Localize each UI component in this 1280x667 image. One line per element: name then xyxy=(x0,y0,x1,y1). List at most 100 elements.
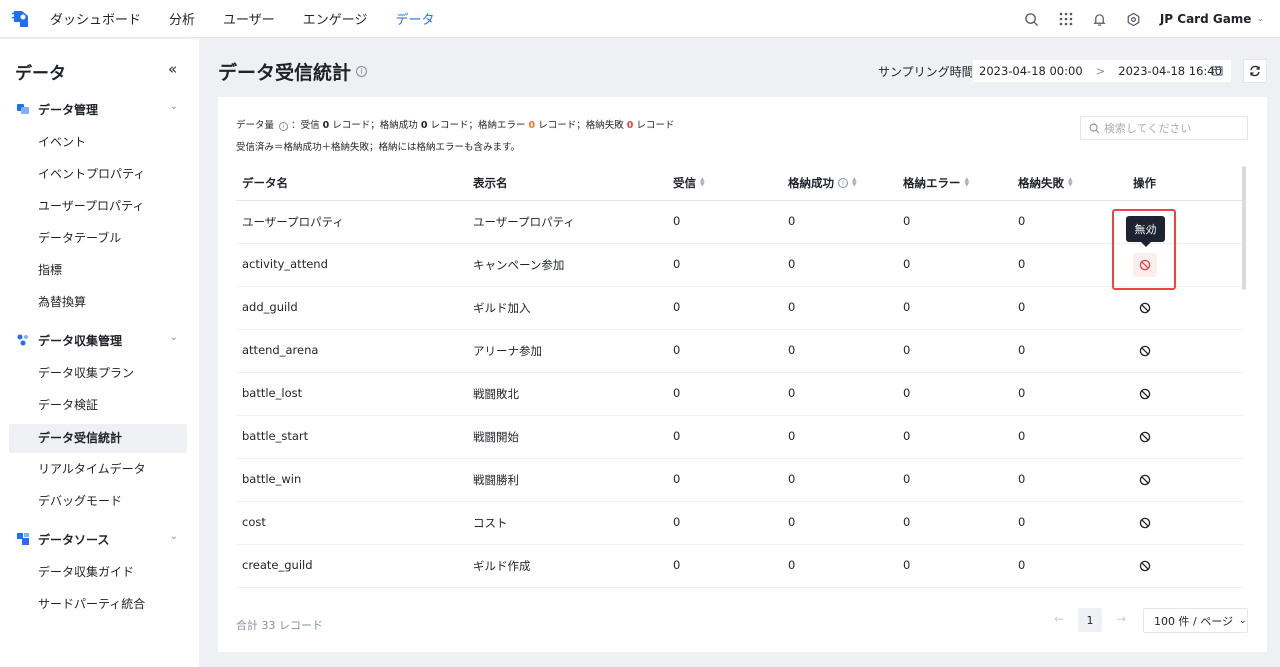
disable-icon[interactable] xyxy=(1139,345,1151,357)
sidebar-group-data-source[interactable]: データソース ⌄ xyxy=(16,529,186,549)
prev-page-icon[interactable]: ← xyxy=(1054,612,1064,626)
cell-error: 0 xyxy=(903,300,911,314)
success-count: 0 xyxy=(420,120,428,131)
sidebar-item-metrics[interactable]: 指標 xyxy=(9,256,187,285)
sort-icon[interactable]: ▲ ▼ xyxy=(852,177,857,188)
data-collection-icon xyxy=(17,334,28,346)
cell-received: 0 xyxy=(673,300,681,314)
cell-received: 0 xyxy=(673,257,681,271)
bell-icon[interactable] xyxy=(1092,11,1108,27)
page-size-select[interactable]: 100 件 / ページ ⌄ xyxy=(1143,608,1248,633)
next-page-icon[interactable]: → xyxy=(1116,612,1126,626)
sidebar-item-collection-plan[interactable]: データ収集プラン xyxy=(9,359,187,388)
nav-engage[interactable]: エンゲージ xyxy=(303,9,368,28)
sidebar-item-currency-conversion[interactable]: 為替換算 xyxy=(9,288,187,317)
date-range-picker[interactable]: 2023-04-18 00:00 > 2023-04-18 16:40 xyxy=(972,59,1232,83)
cell-data-name: attend_arena xyxy=(242,343,319,357)
sidebar-item-data-validation[interactable]: データ検証 xyxy=(9,391,187,420)
disable-icon[interactable] xyxy=(1139,560,1151,572)
search-box[interactable] xyxy=(1080,116,1248,140)
sidebar-item-data-receive-stats[interactable]: データ受信統計 xyxy=(9,424,187,453)
cell-display-name: キャンペーン参加 xyxy=(473,258,565,272)
info-icon[interactable]: i xyxy=(838,178,848,188)
disable-icon[interactable] xyxy=(1139,388,1151,400)
info-icon[interactable]: i xyxy=(356,66,368,77)
cell-fail: 0 xyxy=(1018,558,1026,572)
nav-dashboard[interactable]: ダッシュボード xyxy=(50,9,141,28)
nav-data[interactable]: データ xyxy=(396,9,435,28)
column-header-fail[interactable]: 格納失敗 ▲ ▼ xyxy=(1018,175,1073,191)
chevron-down-icon: ⌄ xyxy=(169,332,178,343)
row-divider xyxy=(236,501,1244,502)
sidebar-group-data-collection[interactable]: データ収集管理 ⌄ xyxy=(16,330,186,350)
column-header-display-name: 表示名 xyxy=(473,176,508,190)
cell-display-name: ユーザープロパティ xyxy=(473,215,575,229)
nav-analysis[interactable]: 分析 xyxy=(169,9,195,28)
current-page-button[interactable]: 1 xyxy=(1078,608,1102,632)
sidebar-item-collection-guide[interactable]: データ収集ガイド xyxy=(9,558,187,587)
cell-data-name: battle_start xyxy=(242,429,309,443)
disable-icon[interactable] xyxy=(1139,216,1151,228)
project-selector[interactable]: JP Card Game ⌄ xyxy=(1160,12,1264,26)
disable-icon[interactable] xyxy=(1139,431,1151,443)
refresh-icon xyxy=(1250,65,1260,77)
info-icon[interactable]: i xyxy=(279,122,289,131)
cell-success: 0 xyxy=(788,343,796,357)
cell-display-name: ギルド加入 xyxy=(473,301,531,315)
cell-display-name: 戦闘敗北 xyxy=(473,387,519,401)
total-records: 合計 33 レコード xyxy=(236,619,323,632)
column-header-success[interactable]: 格納成功 i ▲ ▼ xyxy=(788,175,857,191)
refresh-button[interactable] xyxy=(1243,59,1267,83)
sidebar-group-label: データ収集管理 xyxy=(38,333,123,348)
row-divider xyxy=(236,415,1244,416)
disable-icon[interactable] xyxy=(1139,517,1151,529)
cell-error: 0 xyxy=(903,429,911,443)
cell-display-name: 戦闘勝利 xyxy=(473,473,519,487)
column-label: 受信 xyxy=(673,176,696,190)
summary-text: レコード；格納失敗 xyxy=(538,120,624,131)
sidebar-group-data-management[interactable]: データ管理 ⌄ xyxy=(16,99,186,119)
apps-grid-icon[interactable] xyxy=(1058,11,1074,27)
cell-display-name: アリーナ参加 xyxy=(473,344,542,358)
cell-success: 0 xyxy=(788,300,796,314)
chevron-down-icon: ⌄ xyxy=(169,101,178,112)
cell-success: 0 xyxy=(788,515,796,529)
sidebar-item-debug-mode[interactable]: デバッグモード xyxy=(9,487,187,516)
date-start[interactable]: 2023-04-18 00:00 xyxy=(979,64,1083,78)
sort-icon[interactable]: ▲ ▼ xyxy=(965,177,970,188)
disable-icon[interactable] xyxy=(1139,259,1151,271)
sidebar-item-third-party-integration[interactable]: サードパーティ統合 xyxy=(9,590,187,619)
cell-error: 0 xyxy=(903,558,911,572)
collapse-sidebar-icon[interactable]: « xyxy=(168,60,177,78)
nav-users[interactable]: ユーザー xyxy=(223,9,275,28)
cell-error: 0 xyxy=(903,343,911,357)
sort-icon[interactable]: ▲ ▼ xyxy=(1068,177,1073,188)
cell-success: 0 xyxy=(788,257,796,271)
sidebar-item-event-properties[interactable]: イベントプロパティ xyxy=(9,160,187,189)
settings-icon[interactable] xyxy=(1126,11,1142,27)
row-divider xyxy=(236,458,1244,459)
sidebar-item-realtime-data[interactable]: リアルタイムデータ xyxy=(9,455,187,484)
sidebar-group-label: データソース xyxy=(38,532,110,547)
logo-icon[interactable] xyxy=(10,8,32,30)
header-divider xyxy=(236,200,1244,201)
date-end[interactable]: 2023-04-18 16:40 xyxy=(1118,64,1222,78)
row-divider xyxy=(236,243,1244,244)
column-header-error[interactable]: 格納エラー ▲ ▼ xyxy=(903,175,969,191)
disable-icon[interactable] xyxy=(1139,474,1151,486)
column-header-received[interactable]: 受信 ▲ ▼ xyxy=(673,175,705,191)
cell-fail: 0 xyxy=(1018,386,1026,400)
search-icon[interactable] xyxy=(1024,11,1040,27)
summary-text: レコード xyxy=(636,120,675,131)
table-scrollbar[interactable] xyxy=(1242,166,1246,290)
summary-text: レコード；格納成功 xyxy=(332,120,418,131)
sort-icon[interactable]: ▲ ▼ xyxy=(700,177,705,188)
summary-label: データ量 xyxy=(236,120,275,131)
search-input[interactable] xyxy=(1104,121,1244,135)
sidebar-item-user-properties[interactable]: ユーザープロパティ xyxy=(9,192,187,221)
sidebar-item-data-tables[interactable]: データテーブル xyxy=(9,224,187,253)
cell-error: 0 xyxy=(903,515,911,529)
sidebar-item-events[interactable]: イベント xyxy=(9,128,187,157)
summary-text: ：受信 xyxy=(291,120,320,131)
disable-icon[interactable] xyxy=(1139,302,1151,314)
